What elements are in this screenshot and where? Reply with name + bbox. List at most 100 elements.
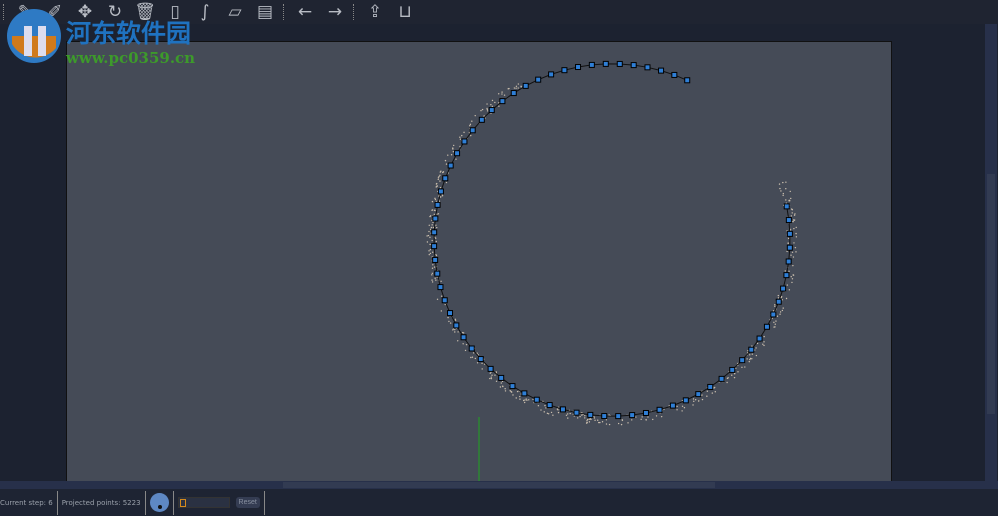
- trajectory-node: [442, 298, 447, 303]
- trajectory-node: [547, 403, 552, 408]
- trajectory-node: [617, 61, 622, 66]
- trajectory-node: [488, 366, 493, 371]
- trajectory-node: [659, 68, 664, 73]
- trajectory-node: [749, 347, 754, 352]
- trajectory-node: [616, 414, 621, 419]
- trajectory-node: [657, 407, 662, 412]
- toolbar: ✎ ✐ ✥ ↻ 🗑 ▯ ∫ ▱ ▤ ← → ⇪ ⊔: [0, 0, 998, 24]
- trajectory-node: [786, 259, 791, 264]
- toolbar-separator: [3, 4, 7, 20]
- trajectory-node: [489, 108, 494, 113]
- trajectory-node: [603, 61, 608, 66]
- trajectory-node: [469, 346, 474, 351]
- plane-icon[interactable]: ▱: [224, 1, 246, 23]
- trajectory-node: [462, 139, 467, 144]
- arrow-right-icon[interactable]: →: [324, 1, 346, 23]
- trajectory-node: [576, 65, 581, 70]
- export-icon[interactable]: ⇪: [364, 1, 386, 23]
- viewport: [0, 24, 985, 481]
- trajectory-node: [433, 216, 438, 221]
- trajectory-node: [645, 65, 650, 70]
- new-icon[interactable]: ✎: [14, 1, 36, 23]
- trajectory-node: [786, 218, 791, 223]
- trajectory-node: [602, 414, 607, 419]
- trajectory-node: [672, 72, 677, 77]
- trajectory-node: [776, 299, 781, 304]
- status-separator: [145, 491, 146, 515]
- horizontal-scroll-thumb[interactable]: [283, 482, 715, 488]
- trajectory-node: [435, 202, 440, 207]
- vertical-scrollbar[interactable]: [985, 24, 997, 481]
- toolbar-separator: [283, 4, 287, 20]
- trajectory-node: [500, 99, 505, 104]
- trajectory-node: [454, 323, 459, 328]
- step-slider[interactable]: [178, 497, 230, 508]
- status-separator: [57, 491, 58, 515]
- trajectory-line: [434, 64, 790, 416]
- trajectory-node: [784, 204, 789, 209]
- trajectory-node: [438, 285, 443, 290]
- projected-points: Projected points: 5223: [62, 499, 141, 507]
- arrow-left-icon[interactable]: ←: [294, 1, 316, 23]
- trajectory-node: [683, 398, 688, 403]
- trajectory-node: [719, 376, 724, 381]
- trajectory-node: [771, 312, 776, 317]
- trajectory-node: [588, 412, 593, 417]
- trajectory-node: [433, 257, 438, 262]
- trajectory-node: [589, 62, 594, 67]
- trajectory-node: [781, 286, 786, 291]
- point-cloud-canvas[interactable]: [66, 41, 892, 483]
- trajectory-node: [670, 403, 675, 408]
- trajectory-node: [574, 410, 579, 415]
- current-step: Current step: 6: [0, 499, 53, 507]
- trajectory-node: [764, 324, 769, 329]
- trajectory-node: [708, 384, 713, 389]
- horizontal-scrollbar[interactable]: [0, 481, 998, 489]
- status-separator: [173, 491, 174, 515]
- trajectory-node: [730, 367, 735, 372]
- status-bar: Current step: 6 Projected points: 5223 R…: [0, 489, 998, 516]
- trajectory-node: [448, 163, 453, 168]
- point-cloud: [67, 42, 891, 482]
- trajectory-node: [448, 311, 453, 316]
- trajectory-node: [432, 244, 437, 249]
- trajectory-node: [510, 384, 515, 389]
- trajectory-node: [534, 397, 539, 402]
- trajectory-node: [435, 271, 440, 276]
- trajectory-node: [455, 151, 460, 156]
- trajectory-node: [784, 273, 789, 278]
- trajectory-node: [536, 77, 541, 82]
- status-separator: [264, 491, 265, 515]
- edit-icon[interactable]: ✐: [44, 1, 66, 23]
- inbox-icon[interactable]: ⊔: [394, 1, 416, 23]
- trajectory-node: [479, 117, 484, 122]
- trajectory-node: [696, 392, 701, 397]
- layers-icon[interactable]: ▤: [254, 1, 276, 23]
- trajectory-node: [438, 189, 443, 194]
- vertical-scroll-thumb[interactable]: [987, 174, 995, 414]
- slider-handle[interactable]: [180, 499, 186, 507]
- trajectory-node: [740, 358, 745, 363]
- trajectory-node: [432, 230, 437, 235]
- rotation-dial[interactable]: [150, 493, 169, 512]
- lasso-icon[interactable]: ∫: [194, 1, 216, 23]
- trajectory-node: [461, 335, 466, 340]
- trajectory-node: [630, 413, 635, 418]
- trajectory-node: [549, 72, 554, 77]
- trajectory-node: [560, 407, 565, 412]
- trajectory-node: [523, 83, 528, 88]
- rotate-icon[interactable]: ↻: [104, 1, 126, 23]
- trajectory-node: [522, 391, 527, 396]
- toolbar-separator: [353, 4, 357, 20]
- frame-icon[interactable]: ▯: [164, 1, 186, 23]
- trajectory-node: [562, 68, 567, 73]
- delete-icon[interactable]: 🗑: [134, 1, 156, 23]
- trajectory-node: [757, 336, 762, 341]
- trajectory-node: [631, 63, 636, 68]
- trajectory-node: [787, 245, 792, 250]
- move-icon[interactable]: ✥: [74, 1, 96, 23]
- trajectory-node: [643, 410, 648, 415]
- reset-button[interactable]: Reset: [236, 497, 260, 508]
- trajectory-node: [685, 78, 690, 83]
- trajectory-node: [443, 176, 448, 181]
